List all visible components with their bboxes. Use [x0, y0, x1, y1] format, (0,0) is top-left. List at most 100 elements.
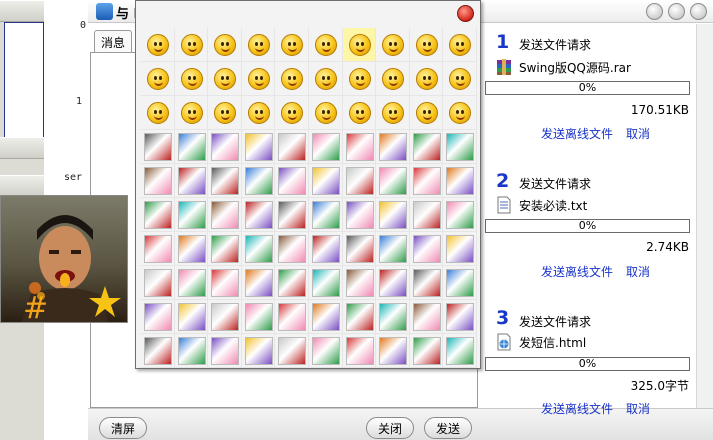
emoticon-cell[interactable] [208, 266, 242, 300]
emoticon-cell[interactable] [275, 198, 309, 232]
emoticon-cell[interactable] [443, 62, 477, 96]
emoticon-cell[interactable] [376, 164, 410, 198]
emoticon-cell[interactable] [409, 164, 444, 198]
emoticon-cell[interactable] [275, 300, 309, 334]
emoticon-cell[interactable] [141, 266, 175, 300]
transfer-panel-scrollbar[interactable] [696, 24, 713, 408]
emoticon-cell[interactable] [342, 334, 377, 368]
emoticon-cell[interactable] [208, 232, 242, 266]
emoticon-cell[interactable] [141, 96, 175, 130]
emoticon-cell[interactable] [174, 28, 209, 62]
emoticon-cell[interactable] [443, 232, 477, 266]
emoticon-cell[interactable] [308, 300, 343, 334]
emoticon-cell[interactable] [376, 28, 410, 62]
emoticon-cell[interactable] [275, 334, 309, 368]
emoticon-cell[interactable] [342, 266, 377, 300]
emoticon-cell[interactable] [342, 198, 377, 232]
emoticon-cell[interactable] [443, 130, 477, 164]
emoticon-cell[interactable] [141, 198, 175, 232]
emoticon-cell[interactable] [376, 130, 410, 164]
maximize-button[interactable] [668, 3, 685, 20]
emoticon-cell[interactable] [308, 164, 343, 198]
emoticon-cell[interactable] [241, 266, 276, 300]
window-close-button[interactable] [690, 3, 707, 20]
emoticon-cell[interactable] [275, 28, 309, 62]
emoticon-cell[interactable] [443, 198, 477, 232]
emoticon-cell[interactable] [443, 164, 477, 198]
emoticon-cell[interactable] [275, 62, 309, 96]
emoticon-cell[interactable] [241, 96, 276, 130]
emoticon-cell[interactable] [443, 266, 477, 300]
emoticon-cell[interactable] [308, 62, 343, 96]
emoticon-cell[interactable] [376, 62, 410, 96]
emoticon-cell[interactable] [376, 300, 410, 334]
emoticon-cell[interactable] [342, 28, 377, 62]
emoticon-cell[interactable] [174, 62, 209, 96]
emoticon-cell[interactable] [409, 130, 444, 164]
emoticon-cell[interactable] [308, 266, 343, 300]
emoticon-cell[interactable] [409, 232, 444, 266]
emoticon-cell[interactable] [376, 334, 410, 368]
emoticon-cell[interactable] [308, 96, 343, 130]
emoticon-cell[interactable] [308, 198, 343, 232]
emoticon-cell[interactable] [141, 164, 175, 198]
emoticon-cell[interactable] [275, 164, 309, 198]
emoticon-cell[interactable] [308, 232, 343, 266]
emoticon-cell[interactable] [208, 198, 242, 232]
emoticon-cell[interactable] [141, 28, 175, 62]
emoticon-cell[interactable] [208, 334, 242, 368]
emoticon-cell[interactable] [241, 28, 276, 62]
emoticon-cell[interactable] [241, 300, 276, 334]
emoticon-cell[interactable] [308, 334, 343, 368]
close-button[interactable]: 关闭 [366, 417, 414, 439]
emoticon-cell[interactable] [308, 28, 343, 62]
emoticon-cell[interactable] [208, 130, 242, 164]
emoticon-cell[interactable] [342, 232, 377, 266]
emoticon-cell[interactable] [275, 266, 309, 300]
emoticon-cell[interactable] [208, 28, 242, 62]
emoticon-cell[interactable] [342, 130, 377, 164]
emoticon-cell[interactable] [275, 96, 309, 130]
emoticon-cell[interactable] [174, 300, 209, 334]
emoticon-cell[interactable] [174, 130, 209, 164]
emoticon-cell[interactable] [376, 266, 410, 300]
emoticon-cell[interactable] [308, 130, 343, 164]
emoticon-cell[interactable] [342, 96, 377, 130]
cancel-transfer-link[interactable]: 取消 [626, 125, 650, 142]
emoticon-cell[interactable] [141, 62, 175, 96]
emoticon-cell[interactable] [241, 334, 276, 368]
emoticon-cell[interactable] [241, 198, 276, 232]
emoticon-cell[interactable] [409, 96, 444, 130]
emoticon-cell[interactable] [409, 198, 444, 232]
emoticon-cell[interactable] [443, 334, 477, 368]
emoticon-cell[interactable] [443, 28, 477, 62]
clear-screen-button[interactable]: 清屏 [99, 417, 147, 439]
emoticon-cell[interactable] [208, 62, 242, 96]
emoticon-cell[interactable] [141, 334, 175, 368]
emoticon-cell[interactable] [208, 300, 242, 334]
emoticon-cell[interactable] [141, 232, 175, 266]
send-button[interactable]: 发送 [424, 417, 472, 439]
emoticon-cell[interactable] [275, 130, 309, 164]
cancel-transfer-link[interactable]: 取消 [626, 400, 650, 417]
emoticon-cell[interactable] [409, 62, 444, 96]
tab-messages[interactable]: 消息 [94, 30, 133, 52]
emoticon-cell[interactable] [208, 164, 242, 198]
emoticon-cell[interactable] [174, 96, 209, 130]
emoticon-cell[interactable] [174, 266, 209, 300]
emoticon-cell[interactable] [275, 232, 309, 266]
emoticon-cell[interactable] [376, 232, 410, 266]
send-offline-file-link[interactable]: 发送离线文件 [541, 263, 613, 280]
emoticon-cell[interactable] [174, 232, 209, 266]
emoticon-cell[interactable] [241, 232, 276, 266]
emoticon-cell[interactable] [241, 62, 276, 96]
emoticon-cell[interactable] [409, 28, 444, 62]
emoticon-cell[interactable] [409, 334, 444, 368]
emoticon-cell[interactable] [174, 164, 209, 198]
emoticon-cell[interactable] [241, 130, 276, 164]
emoticon-cell[interactable] [443, 96, 477, 130]
emoticon-cell[interactable] [376, 96, 410, 130]
emoticon-cell[interactable] [141, 130, 175, 164]
emoticon-cell[interactable] [443, 300, 477, 334]
send-offline-file-link[interactable]: 发送离线文件 [541, 400, 613, 417]
